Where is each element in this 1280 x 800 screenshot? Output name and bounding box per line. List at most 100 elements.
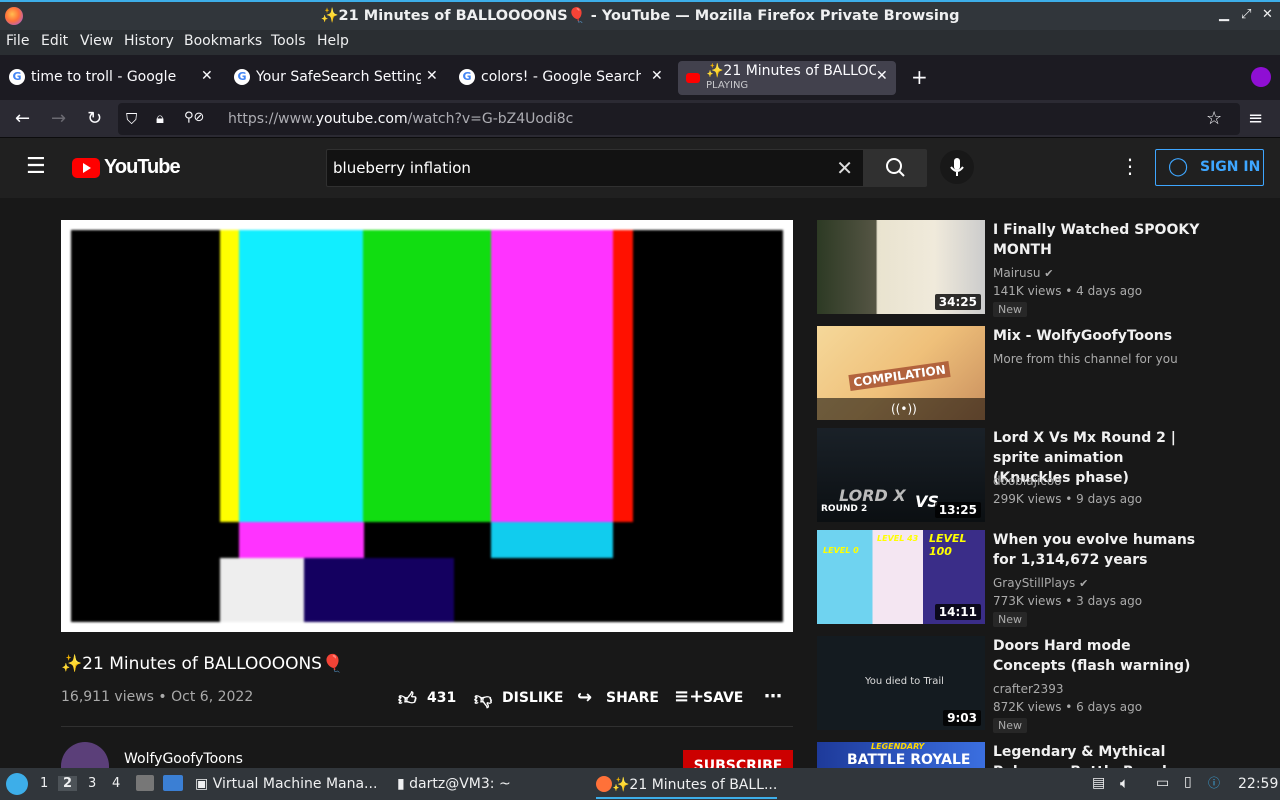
more-actions-icon[interactable]: ⋯ [764, 686, 782, 707]
menu-history[interactable]: History [124, 33, 174, 49]
taskbar-item-terminal[interactable]: ▮ dartz@VM3: ~ [397, 776, 511, 792]
file-manager-icon[interactable] [136, 775, 154, 791]
menu-bookmarks[interactable]: Bookmarks [184, 33, 262, 49]
recommendation-item[interactable]: LORD X VS ROUND 2 13:25 Lord X Vs Mx Rou… [817, 428, 1197, 522]
dislike-icon[interactable]: 👎︎ [474, 688, 492, 710]
menu-view[interactable]: View [80, 33, 113, 49]
recommendation-item[interactable]: LEGENDARY BATTLE ROYALE Legendary & Myth… [817, 742, 1197, 768]
share-icon[interactable]: ↪ [577, 687, 592, 708]
taskbar-item-vmm[interactable]: ▣ Virtual Machine Mana... [195, 776, 377, 792]
youtube-logo-text[interactable]: YouTube [104, 156, 181, 179]
tab-safesearch[interactable]: G Your SafeSearch Setting ✕ [230, 61, 440, 95]
video-thumbnail[interactable]: 34:25 [817, 220, 985, 314]
recommendation-item[interactable]: COMPILATION ((•)) Mix - WolfyGoofyToons … [817, 326, 1197, 420]
lock-icon[interactable]: 🔒︎ [156, 109, 164, 127]
video-player[interactable] [61, 220, 793, 632]
minimize-icon[interactable]: ▁ [1219, 7, 1229, 22]
shield-icon[interactable]: ⛉ [126, 110, 137, 128]
menu-help[interactable]: Help [317, 33, 349, 49]
app-launcher-icon[interactable] [6, 773, 28, 795]
color-bar-yellow [220, 230, 240, 522]
rec-views: 773K views • 3 days ago [993, 594, 1143, 608]
url-text[interactable]: https://www.youtube.com/watch?v=G-bZ4Uod… [228, 111, 573, 127]
search-button[interactable] [864, 149, 927, 187]
menu-tools[interactable]: Tools [271, 33, 306, 49]
more-options-icon[interactable]: ⋮ [1120, 154, 1140, 178]
show-desktop-icon[interactable] [163, 775, 183, 791]
rec-title[interactable]: Mix - WolfyGoofyToons [993, 326, 1203, 346]
tab-close-icon[interactable]: ✕ [201, 68, 213, 84]
video-title: ✨21 Minutes of BALLOOOONS🎈 [61, 654, 344, 674]
rec-channel[interactable]: More from this channel for you [993, 352, 1178, 366]
youtube-header: ☰ YouTube blueberry inflation ✕ ⋮ ◯ SIGN… [0, 138, 1280, 198]
video-thumbnail[interactable]: LORD X VS ROUND 2 13:25 [817, 428, 985, 522]
network-icon[interactable]: ▭ [1156, 775, 1169, 791]
hamburger-menu-icon[interactable]: ≡ [1248, 108, 1263, 129]
rec-channel[interactable]: crafter2393 [993, 682, 1063, 696]
recommendation-item[interactable]: You died to Trail 9:03 Doors Hard mode C… [817, 636, 1197, 733]
close-window-icon[interactable]: ✕ [1262, 7, 1273, 22]
rec-title[interactable]: Doors Hard mode Concepts (flash warning) [993, 636, 1203, 676]
clear-search-icon[interactable]: ✕ [836, 156, 853, 180]
share-button[interactable]: SHARE [606, 690, 659, 706]
bookmark-star-icon[interactable]: ☆ [1206, 108, 1222, 129]
tab-label: time to troll - Google Sea [31, 69, 176, 85]
rec-title[interactable]: When you evolve humans for 1,314,672 yea… [993, 530, 1203, 570]
reload-icon[interactable]: ↻ [87, 108, 102, 129]
menu-edit[interactable]: Edit [41, 33, 68, 49]
tab-playing-label: PLAYING [706, 80, 749, 91]
permissions-icon[interactable]: ⚲⊘ [184, 110, 204, 125]
clock[interactable]: 22:59 [1238, 776, 1278, 792]
menu-file[interactable]: File [6, 33, 29, 49]
duration-badge: 9:03 [943, 710, 981, 726]
recommendation-item[interactable]: LEVEL 0 LEVEL 43 LEVEL 100 14:11 When yo… [817, 530, 1197, 627]
tab-youtube-active[interactable]: ✨21 Minutes of BALLOO PLAYING ✕ [678, 61, 896, 95]
rec-channel[interactable]: dooblajicoo [993, 474, 1062, 488]
video-thumbnail[interactable]: You died to Trail 9:03 [817, 636, 985, 730]
tab-colors[interactable]: G colors! - Google Search ✕ [455, 61, 665, 95]
workspace-3[interactable]: 3 [88, 776, 96, 791]
like-icon[interactable]: 👍︎ [398, 688, 417, 710]
verified-icon: ✔ [1044, 267, 1054, 280]
save-playlist-icon[interactable]: ≡+ [674, 686, 704, 707]
new-tab-icon[interactable]: + [911, 65, 928, 89]
tab-close-icon[interactable]: ✕ [876, 68, 888, 84]
updates-icon[interactable]: ⓘ [1208, 774, 1220, 791]
workspace-2[interactable]: 2 [58, 776, 78, 791]
search-input[interactable]: blueberry inflation ✕ [326, 149, 864, 187]
tab-time-to-troll[interactable]: G time to troll - Google Sea ✕ [5, 61, 215, 95]
save-button[interactable]: SAVE [703, 690, 743, 706]
url-bar[interactable]: ⛉ 🔒︎ ⚲⊘ https://www.youtube.com/watch?v=… [118, 103, 1240, 135]
volume-icon[interactable]: 🔈︎ [1120, 774, 1129, 792]
thumb-lordx-text: LORD X [839, 486, 906, 505]
guide-menu-icon[interactable]: ☰ [26, 154, 46, 179]
video-thumbnail[interactable]: LEVEL 0 LEVEL 43 LEVEL 100 14:11 [817, 530, 985, 624]
subscribe-button[interactable]: SUBSCRIBE [683, 750, 793, 770]
tab-close-icon[interactable]: ✕ [651, 68, 663, 84]
workspace-4[interactable]: 4 [112, 776, 120, 791]
workspace-1[interactable]: 1 [40, 776, 48, 791]
account-icon: ◯ [1168, 156, 1189, 177]
video-thumbnail[interactable]: COMPILATION ((•)) [817, 326, 985, 420]
dislike-button[interactable]: DISLIKE [502, 690, 563, 706]
taskbar-item-firefox[interactable]: ✨21 Minutes of BALL... [596, 776, 778, 799]
youtube-logo-icon[interactable] [72, 158, 100, 178]
clipboard-icon[interactable]: ▤ [1092, 775, 1105, 791]
rec-title[interactable]: I Finally Watched SPOOKY MONTH [993, 220, 1203, 260]
rec-title[interactable]: Legendary & Mythical Pokemon Battle Roya… [993, 742, 1197, 768]
rec-channel[interactable]: GrayStillPlays ✔ [993, 576, 1088, 590]
maximize-icon[interactable]: ⤢ [1241, 7, 1251, 22]
like-count[interactable]: 431 [427, 690, 456, 706]
channel-name[interactable]: WolfyGoofyToons [124, 751, 243, 767]
voice-search-button[interactable] [940, 150, 974, 184]
taskbar: 1 2 3 4 ▣ Virtual Machine Mana... ▮ dart… [0, 768, 1280, 800]
sign-in-button[interactable]: ◯ SIGN IN [1155, 149, 1264, 186]
notes-icon[interactable]: ▯ [1184, 774, 1192, 790]
back-icon[interactable]: ← [15, 108, 30, 129]
rec-channel[interactable]: Mairusu ✔ [993, 266, 1053, 280]
forward-icon[interactable]: → [51, 108, 66, 129]
recommendation-item[interactable]: 34:25 I Finally Watched SPOOKY MONTH Mai… [817, 220, 1199, 317]
color-bar-magenta [491, 230, 613, 522]
video-thumbnail[interactable]: LEGENDARY BATTLE ROYALE [817, 742, 985, 768]
tab-close-icon[interactable]: ✕ [426, 68, 438, 84]
